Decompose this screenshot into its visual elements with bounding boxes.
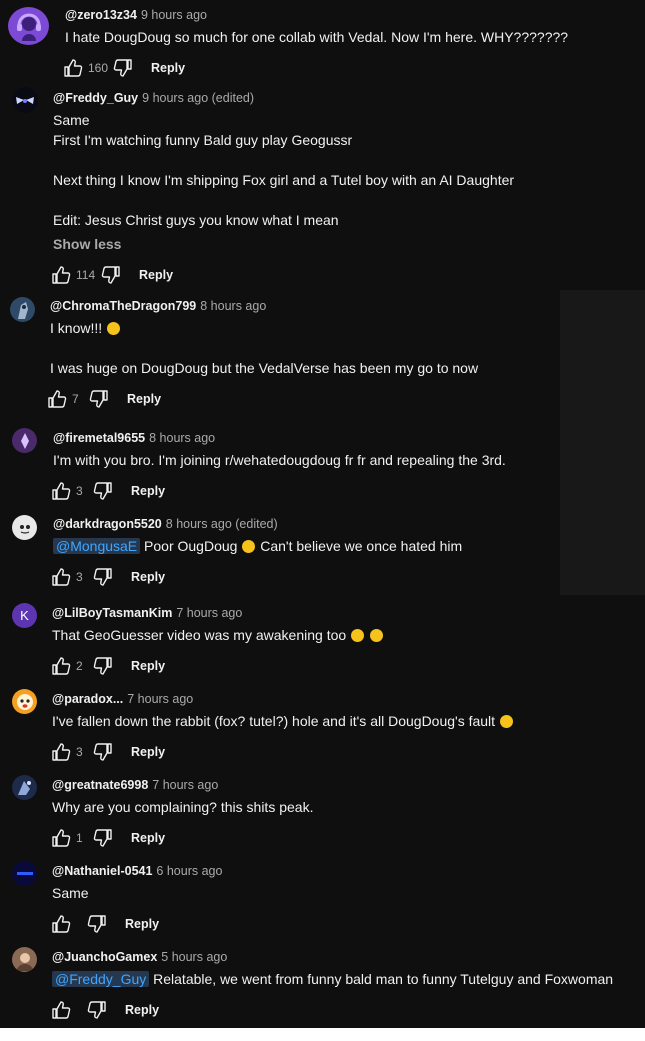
avatar[interactable] [8, 7, 49, 45]
like-icon[interactable] [51, 265, 71, 285]
dislike-icon[interactable] [87, 914, 107, 934]
comment-time[interactable]: 8 hours ago (edited) [166, 517, 278, 531]
comment-time[interactable]: 8 hours ago [149, 431, 215, 445]
reply-button[interactable]: Reply [131, 659, 165, 673]
reply-button[interactable]: Reply [131, 831, 165, 845]
dislike-icon[interactable] [101, 265, 121, 285]
comment-text: That GeoGuesser video was my awakening t… [52, 625, 384, 645]
avatar[interactable]: K [12, 603, 37, 628]
comment-text: @MongusaE Poor OugDoug Can't believe we … [53, 536, 462, 556]
comment-text: First I'm watching funny Bald guy play G… [53, 132, 353, 148]
like-count: 3 [76, 570, 83, 584]
mention-link[interactable]: @MongusaE [53, 538, 141, 554]
avatar[interactable] [12, 947, 37, 972]
comment-author[interactable]: @greatnate6998 [52, 778, 148, 792]
reply-button[interactable]: Reply [151, 61, 185, 75]
comment-author[interactable]: @LilBoyTasmanKim [52, 606, 172, 620]
dislike-icon[interactable] [93, 481, 113, 501]
comment-author[interactable]: @JuanchoGamex [52, 950, 157, 964]
like-icon[interactable] [51, 656, 71, 676]
comment-time[interactable]: 7 hours ago [152, 778, 218, 792]
reply-button[interactable]: Reply [127, 392, 161, 406]
like-icon[interactable] [51, 828, 71, 848]
comment-time[interactable]: 7 hours ago [176, 606, 242, 620]
reply-button[interactable]: Reply [131, 484, 165, 498]
comment-time[interactable]: 7 hours ago [127, 692, 193, 706]
like-count: 114 [76, 268, 96, 282]
comment-text: Same [52, 885, 89, 901]
comment-text: I know!!! [50, 318, 121, 338]
avatar[interactable] [12, 428, 37, 453]
comment-time[interactable]: 5 hours ago [161, 950, 227, 964]
like-count: 7 [72, 392, 79, 406]
comment-text: Next thing I know I'm shipping Fox girl … [53, 172, 515, 188]
reply-button[interactable]: Reply [131, 745, 165, 759]
comment-time[interactable]: 9 hours ago [141, 8, 207, 22]
show-less-button[interactable]: Show less [53, 236, 121, 252]
like-icon[interactable] [63, 58, 83, 78]
like-icon[interactable] [51, 742, 71, 762]
comment-author[interactable]: @Freddy_Guy [53, 91, 138, 105]
like-count: 3 [76, 745, 83, 759]
dislike-icon[interactable] [87, 1000, 107, 1020]
comment-author[interactable]: @firemetal9655 [53, 431, 145, 445]
comment-author[interactable]: @Nathaniel-0541 [52, 864, 152, 878]
dislike-icon[interactable] [93, 567, 113, 587]
dislike-icon[interactable] [93, 828, 113, 848]
like-count: 3 [76, 484, 83, 498]
avatar[interactable] [10, 297, 35, 322]
comment-text: Same [53, 112, 90, 128]
dislike-icon[interactable] [89, 389, 109, 409]
comment-author[interactable]: @paradox... [52, 692, 123, 706]
dislike-icon[interactable] [93, 656, 113, 676]
comment-text: Edit: Jesus Christ guys you know what I … [53, 212, 339, 228]
mention-link[interactable]: @Freddy_Guy [52, 971, 150, 987]
avatar[interactable] [12, 861, 37, 886]
comment-author[interactable]: @darkdragon5520 [53, 517, 162, 531]
like-count: 2 [76, 659, 83, 673]
laughing-emoji-icon [107, 322, 121, 335]
comment-text: I was huge on DougDoug but the VedalVers… [50, 360, 479, 376]
laughing-emoji-icon [369, 629, 383, 642]
dislike-icon[interactable] [113, 58, 133, 78]
reply-button[interactable]: Reply [125, 917, 159, 931]
laughing-emoji-icon [351, 629, 365, 642]
like-icon[interactable] [47, 389, 67, 409]
like-icon[interactable] [51, 914, 71, 934]
dislike-icon[interactable] [93, 742, 113, 762]
comment-author[interactable]: @ChromaTheDragon799 [50, 299, 196, 313]
comment-text: @Freddy_Guy Relatable, we went from funn… [52, 969, 613, 989]
like-count: 160 [88, 61, 109, 75]
comment-time[interactable]: 6 hours ago [156, 864, 222, 878]
comment-text: I hate DougDoug so much for one collab w… [65, 29, 569, 45]
like-icon[interactable] [51, 1000, 71, 1020]
avatar-letter: K [20, 608, 29, 623]
avatar[interactable] [12, 689, 37, 714]
reply-button[interactable]: Reply [139, 268, 173, 282]
comments-panel: @zero13z34 9 hours ago I hate DougDoug so… [0, 0, 645, 1028]
avatar[interactable] [12, 515, 37, 540]
avatar[interactable] [12, 775, 37, 800]
like-icon[interactable] [51, 567, 71, 587]
reply-button[interactable]: Reply [125, 1003, 159, 1017]
like-icon[interactable] [51, 481, 71, 501]
comment-author[interactable]: @zero13z34 [65, 8, 137, 22]
comment-text: I'm with you bro. I'm joining r/wehatedo… [53, 452, 506, 468]
reply-button[interactable]: Reply [131, 570, 165, 584]
comment-text: I've fallen down the rabbit (fox? tutel?… [52, 711, 514, 731]
comment-time[interactable]: 9 hours ago (edited) [142, 91, 254, 105]
avatar[interactable] [12, 87, 38, 113]
panel-shade [560, 290, 645, 595]
comment-time[interactable]: 8 hours ago [200, 299, 266, 313]
comment-text: Why are you complaining? this shits peak… [52, 799, 314, 815]
grinning-emoji-icon [499, 715, 513, 728]
like-count: 1 [76, 831, 83, 845]
sad-emoji-icon [242, 540, 256, 553]
